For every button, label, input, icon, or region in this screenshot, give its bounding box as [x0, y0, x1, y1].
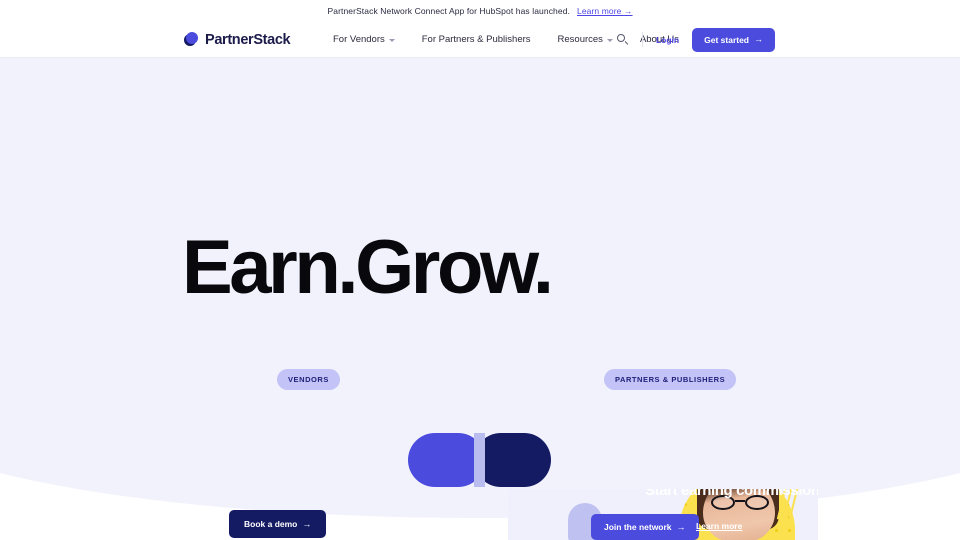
hero-section: Earn.Grow.	[0, 58, 960, 518]
chevron-down-icon	[388, 38, 395, 42]
partner-panel-heading: Start earning commissions.	[645, 489, 818, 499]
page-root: PartnerStack Network Connect App for Hub…	[0, 0, 960, 540]
logo-text: PartnerStack	[205, 31, 291, 48]
main-navbar: PartnerStack For Vendors For Partners & …	[0, 22, 960, 58]
nav-actions: Login Get started →	[616, 27, 775, 52]
get-started-button[interactable]: Get started →	[692, 27, 775, 52]
pill-partners-publishers[interactable]: PARTNERS & PUBLISHERS	[604, 369, 737, 390]
pill-vendors[interactable]: VENDORS	[277, 369, 340, 390]
partner-learn-more-link[interactable]: Learn more	[696, 521, 742, 531]
nav-divider	[641, 32, 643, 47]
page-title: Earn.Grow.	[182, 225, 554, 310]
nav-item-label: Resources	[557, 34, 603, 45]
book-a-demo-label: Book a demo	[244, 519, 298, 529]
login-link[interactable]: Login	[656, 35, 679, 45]
search-icon[interactable]	[616, 33, 629, 46]
announcement-text: PartnerStack Network Connect App for Hub…	[327, 6, 570, 16]
partnerstack-logo-icon	[184, 32, 199, 47]
join-the-network-button[interactable]: Join the network →	[591, 514, 699, 540]
logo[interactable]: PartnerStack	[184, 31, 291, 48]
partner-panel: Start earning commissions. Join the netw…	[508, 489, 818, 540]
nav-item-label: For Partners & Publishers	[421, 34, 531, 45]
join-the-network-label: Join the network	[604, 522, 672, 532]
arrow-right-icon: →	[302, 518, 312, 529]
shape-right-navy	[474, 433, 551, 487]
chevron-down-icon	[606, 38, 613, 42]
arrow-right-icon: →	[676, 521, 686, 532]
nav-item-for-partners-publishers[interactable]: For Partners & Publishers	[422, 34, 531, 45]
nav-item-for-vendors[interactable]: For Vendors	[333, 34, 395, 45]
get-started-label: Get started	[704, 34, 749, 45]
arrow-right-icon: →	[754, 34, 763, 44]
book-a-demo-button[interactable]: Book a demo →	[229, 510, 327, 538]
announcement-learn-more-link[interactable]: Learn more →	[577, 6, 633, 16]
shape-overlap	[474, 433, 485, 487]
announcement-banner: PartnerStack Network Connect App for Hub…	[0, 0, 960, 22]
nav-item-resources[interactable]: Resources	[558, 34, 613, 45]
nav-item-label: For Vendors	[333, 34, 385, 45]
